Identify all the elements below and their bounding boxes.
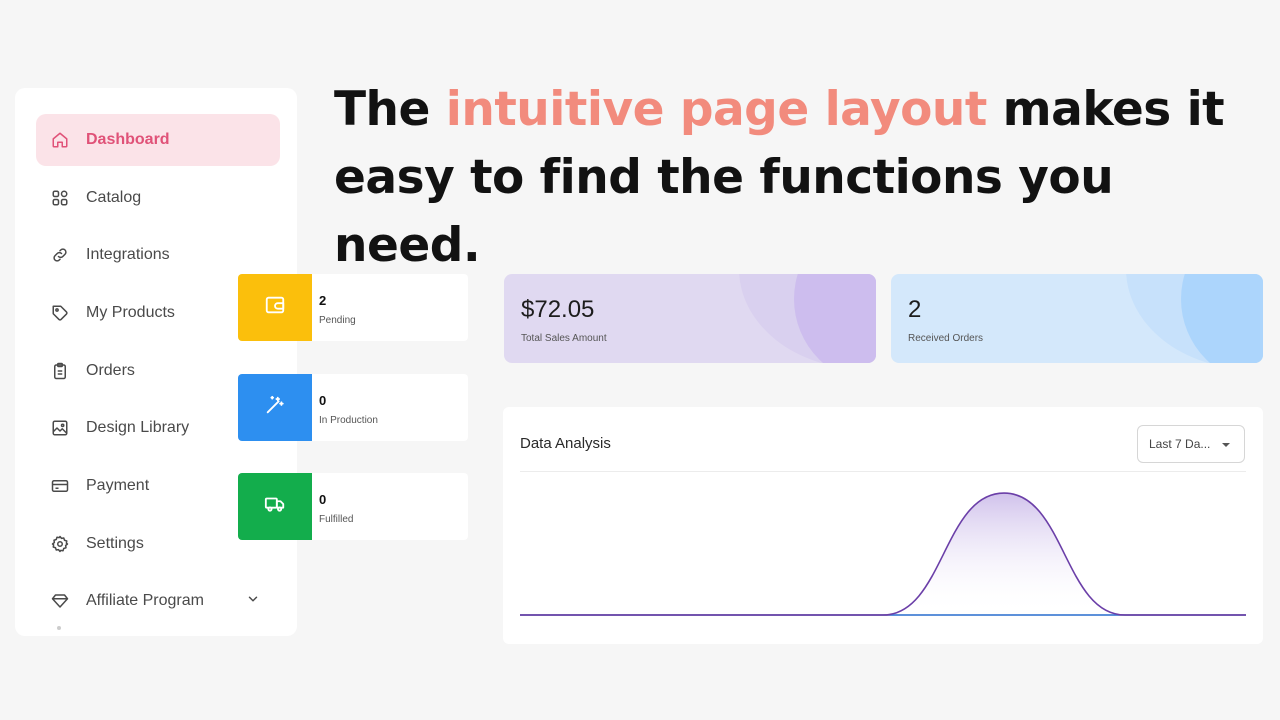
chart-series-area (520, 493, 1246, 615)
magic-wand-icon (264, 394, 286, 421)
image-icon (50, 418, 70, 438)
date-range-select[interactable]: Last 7 Da... (1137, 425, 1245, 463)
wallet-icon (264, 294, 286, 321)
sidebar-item-label: My Products (86, 304, 175, 321)
home-icon (50, 130, 70, 150)
sidebar-item-label: Settings (86, 535, 144, 552)
headline: The intuitive page layout makes it easy … (334, 76, 1264, 280)
status-card-in-production[interactable]: 0 In Production (238, 374, 468, 441)
status-card-pending[interactable]: 2 Pending (238, 274, 468, 341)
stat-card-received-orders[interactable]: 2 Received Orders (891, 274, 1263, 363)
status-label: Pending (319, 315, 356, 326)
sidebar-item-label: Orders (86, 362, 135, 379)
stat-label: Received Orders (908, 333, 984, 344)
clipboard-icon (50, 361, 70, 381)
sidebar-item-dashboard[interactable]: Dashboard (36, 114, 280, 166)
sidebar-item-label: Dashboard (86, 131, 170, 148)
status-swatch (238, 374, 312, 441)
sidebar-item-label: Catalog (86, 189, 142, 206)
sidebar-item-label: Affiliate Program (86, 592, 204, 609)
divider (520, 471, 1246, 472)
gear-icon (50, 534, 70, 554)
status-label: In Production (319, 415, 378, 426)
status-label: Fulfilled (319, 514, 354, 525)
status-count: 2 (319, 293, 327, 308)
chevron-down-icon[interactable] (246, 592, 260, 611)
status-swatch (238, 473, 312, 540)
panel-title: Data Analysis (520, 435, 611, 452)
chart-series-line (520, 492, 1246, 616)
status-card-fulfilled[interactable]: 0 Fulfilled (238, 473, 468, 540)
grid-icon (50, 188, 70, 208)
status-count: 0 (319, 393, 327, 408)
stat-value: 2 (908, 296, 922, 323)
headline-accent: intuitive page layout (445, 82, 988, 137)
sidebar-item-label: Payment (86, 477, 150, 494)
status-count: 0 (319, 492, 327, 507)
stat-card-total-sales[interactable]: $72.05 Total Sales Amount (504, 274, 876, 363)
scroll-indicator (57, 626, 61, 630)
sidebar: Dashboard Catalog Integrations My Produc… (15, 88, 297, 636)
sidebar-item-label: Integrations (86, 246, 170, 263)
tag-icon (50, 303, 70, 323)
date-range-value: Last 7 Da... (1149, 437, 1211, 451)
diamond-icon (50, 591, 70, 611)
link-icon (50, 245, 70, 265)
sidebar-item-label: Design Library (86, 419, 190, 436)
sidebar-item-catalog[interactable]: Catalog (36, 172, 280, 224)
truck-icon (264, 493, 286, 520)
headline-start: The (334, 82, 446, 137)
credit-card-icon (50, 476, 70, 496)
stat-label: Total Sales Amount (521, 333, 607, 344)
sidebar-item-affiliate-program[interactable]: Affiliate Program (36, 575, 280, 627)
status-swatch (238, 274, 312, 341)
caret-down-icon (1222, 443, 1230, 447)
data-analysis-panel: Data Analysis Last 7 Da... (503, 407, 1263, 644)
data-analysis-chart (520, 492, 1246, 616)
stat-value: $72.05 (521, 296, 595, 323)
